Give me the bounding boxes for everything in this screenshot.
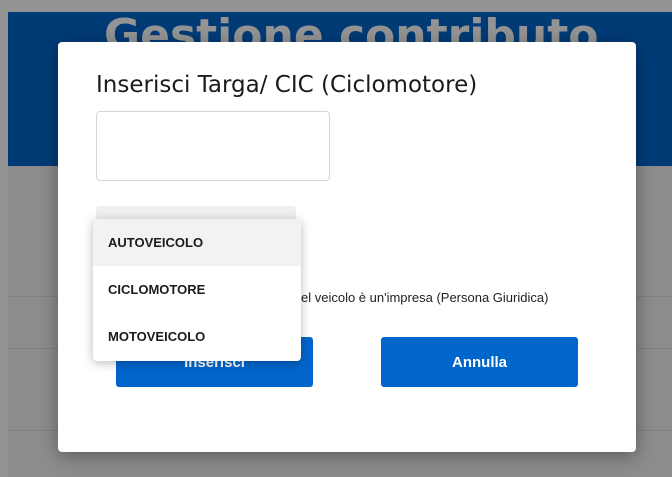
vehicle-type-dropdown-menu: AUTOVEICOLO CICLOMOTORE MOTOVEICOLO	[93, 219, 301, 361]
dropdown-option-autoveicolo[interactable]: AUTOVEICOLO	[93, 219, 301, 266]
cancel-button[interactable]: Annulla	[381, 337, 578, 387]
dropdown-option-motoveicolo[interactable]: MOTOVEICOLO	[93, 313, 301, 360]
modal-title: Inserisci Targa/ CIC (Ciclomotore)	[96, 72, 478, 98]
company-owner-checkbox-label: el veicolo è un'impresa (Persona Giuridi…	[301, 290, 549, 305]
dropdown-option-ciclomotore[interactable]: CICLOMOTORE	[93, 266, 301, 313]
plate-input[interactable]	[96, 111, 330, 181]
